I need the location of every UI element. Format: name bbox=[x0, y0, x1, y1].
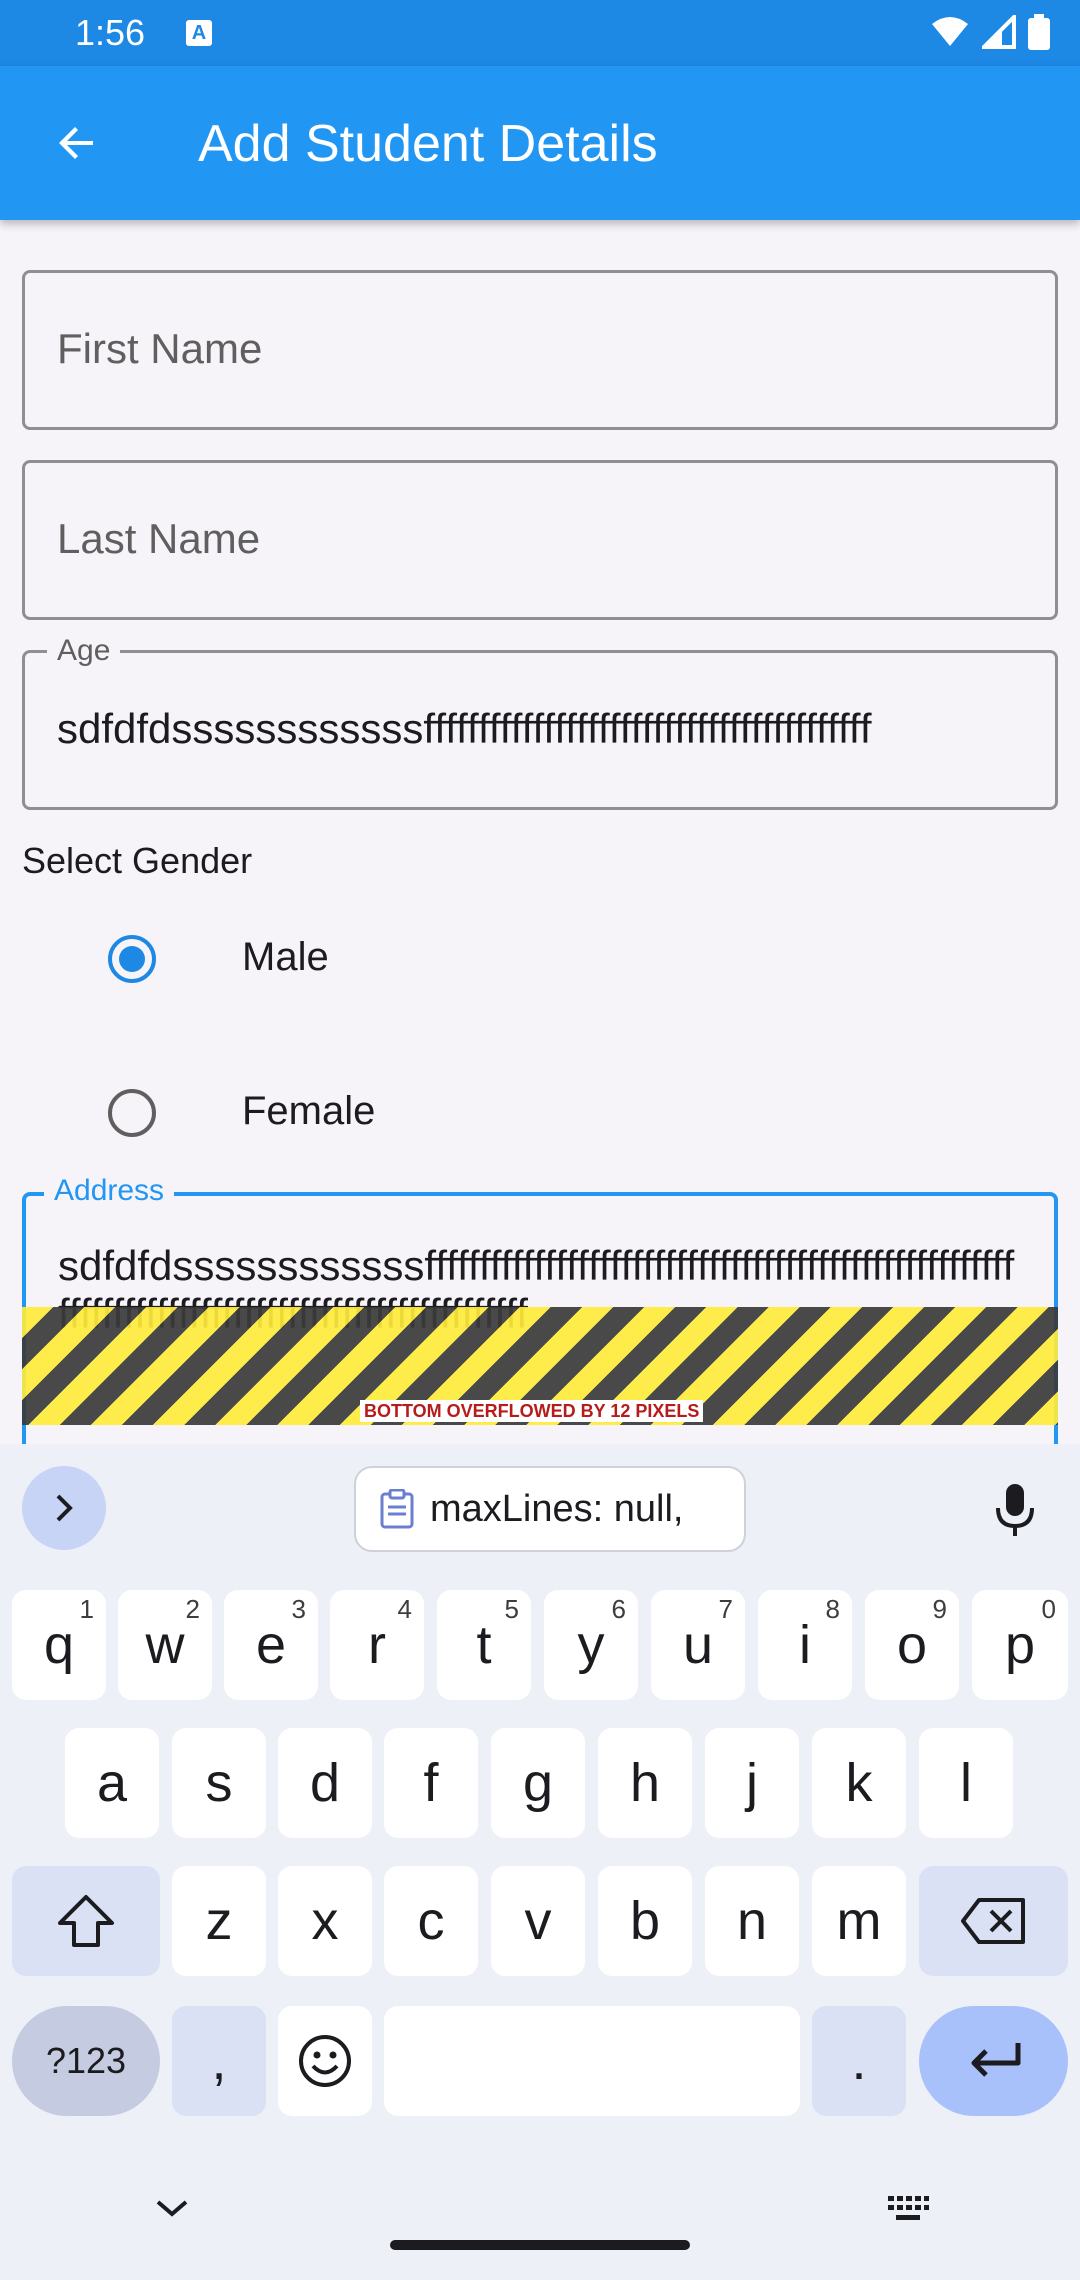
key-q-label: q bbox=[43, 1615, 75, 1675]
microphone-icon bbox=[996, 1484, 1034, 1536]
chevron-down-icon bbox=[156, 2200, 188, 2217]
key-u[interactable]: u7 bbox=[651, 1590, 745, 1700]
key-f[interactable]: f bbox=[384, 1728, 478, 1838]
key-r[interactable]: r4 bbox=[330, 1590, 424, 1700]
key-k[interactable]: k bbox=[812, 1728, 906, 1838]
age-value: sdfdfdssssssssssssffffffffffffffffffffff… bbox=[57, 705, 872, 752]
page-title: Add Student Details bbox=[198, 115, 658, 173]
backspace-key[interactable] bbox=[919, 1866, 1068, 1976]
key-p-hint: 0 bbox=[1041, 1594, 1056, 1624]
key-i[interactable]: i8 bbox=[758, 1590, 852, 1700]
key-c[interactable]: c bbox=[384, 1866, 478, 1976]
comma-key[interactable]: , bbox=[172, 2006, 266, 2116]
chevron-right-icon bbox=[56, 1494, 73, 1522]
key-u-hint: 7 bbox=[718, 1594, 733, 1624]
radio-male[interactable] bbox=[108, 935, 156, 983]
key-b[interactable]: b bbox=[598, 1866, 692, 1976]
radio-female[interactable] bbox=[108, 1089, 156, 1137]
key-t-hint: 5 bbox=[504, 1594, 519, 1624]
age-field[interactable]: Age sdfdfdssssssssssssffffffffffffffffff… bbox=[22, 635, 1058, 810]
space-key[interactable] bbox=[384, 2006, 800, 2116]
key-y-label: y bbox=[577, 1615, 605, 1675]
first-name-field[interactable]: First Name bbox=[22, 270, 1058, 430]
key-v[interactable]: v bbox=[491, 1866, 585, 1976]
key-p[interactable]: p0 bbox=[972, 1590, 1068, 1700]
radio-female-label[interactable]: Female bbox=[242, 1089, 375, 1134]
key-e-hint: 3 bbox=[291, 1594, 306, 1624]
key-i-label: i bbox=[799, 1615, 811, 1675]
notification-app-icon: A bbox=[186, 20, 212, 46]
back-button[interactable] bbox=[40, 106, 114, 180]
key-t[interactable]: t5 bbox=[437, 1590, 531, 1700]
radio-male-label[interactable]: Male bbox=[242, 935, 329, 980]
shift-key[interactable] bbox=[12, 1866, 160, 1976]
first-name-placeholder: First Name bbox=[57, 325, 263, 372]
shift-icon bbox=[58, 1895, 114, 1947]
wifi-icon bbox=[932, 17, 968, 46]
overflow-warning-text: BOTTOM OVERFLOWED BY 12 PIXELS bbox=[360, 1400, 704, 1422]
keyboard-expand-button[interactable] bbox=[22, 1466, 106, 1550]
status-bar: 1:56 A bbox=[0, 0, 1080, 66]
key-z[interactable]: z bbox=[172, 1866, 266, 1976]
key-i-hint: 8 bbox=[825, 1594, 840, 1624]
gender-label: Select Gender bbox=[22, 840, 253, 881]
hide-keyboard-button[interactable] bbox=[152, 2196, 192, 2225]
key-y-hint: 6 bbox=[611, 1594, 626, 1624]
key-q-hint: 1 bbox=[79, 1594, 94, 1624]
key-s[interactable]: s bbox=[172, 1728, 266, 1838]
key-r-label: r bbox=[368, 1615, 386, 1675]
backspace-icon bbox=[960, 1898, 1025, 1944]
enter-key[interactable] bbox=[919, 2006, 1068, 2116]
address-label: Address bbox=[44, 1175, 175, 1207]
status-icons bbox=[930, 14, 1050, 50]
keyboard-icon bbox=[888, 2196, 929, 2220]
key-u-label: u bbox=[682, 1615, 714, 1675]
period-key[interactable]: . bbox=[812, 2006, 906, 2116]
microphone-button[interactable] bbox=[990, 1482, 1040, 1543]
key-x[interactable]: x bbox=[278, 1866, 372, 1976]
battery-icon bbox=[1028, 14, 1050, 50]
key-t-label: t bbox=[476, 1615, 492, 1675]
emoji-icon bbox=[299, 2035, 351, 2087]
emoji-key[interactable] bbox=[278, 2006, 372, 2116]
key-j[interactable]: j bbox=[705, 1728, 799, 1838]
key-w-hint: 2 bbox=[185, 1594, 200, 1624]
last-name-field[interactable]: Last Name bbox=[22, 460, 1058, 620]
key-e-label: e bbox=[255, 1615, 287, 1675]
keyboard-switch-button[interactable] bbox=[886, 2194, 930, 2229]
key-r-hint: 4 bbox=[397, 1594, 412, 1624]
key-h[interactable]: h bbox=[598, 1728, 692, 1838]
key-n[interactable]: n bbox=[705, 1866, 799, 1976]
app-bar: Add Student Details bbox=[0, 66, 1080, 220]
key-m[interactable]: m bbox=[812, 1866, 906, 1976]
soft-keyboard: maxLines: null, q1 w2 e3 r4 t5 y6 u7 i8 … bbox=[0, 1444, 1080, 2280]
key-e[interactable]: e3 bbox=[224, 1590, 318, 1700]
key-w[interactable]: w2 bbox=[118, 1590, 212, 1700]
symbols-key[interactable]: ?123 bbox=[12, 2006, 160, 2116]
key-w-label: w bbox=[145, 1615, 185, 1675]
key-a[interactable]: a bbox=[65, 1728, 159, 1838]
key-o[interactable]: o9 bbox=[865, 1590, 959, 1700]
enter-icon bbox=[971, 2043, 1020, 2077]
key-d[interactable]: d bbox=[278, 1728, 372, 1838]
last-name-placeholder: Last Name bbox=[57, 515, 261, 562]
clipboard-suggestion-text: maxLines: null, bbox=[430, 1487, 684, 1530]
clipboard-icon bbox=[380, 1489, 414, 1529]
status-time: 1:56 bbox=[75, 12, 146, 53]
age-label: Age bbox=[47, 635, 121, 667]
home-indicator[interactable] bbox=[390, 2240, 690, 2250]
key-y[interactable]: y6 bbox=[544, 1590, 638, 1700]
key-q[interactable]: q1 bbox=[12, 1590, 106, 1700]
key-p-label: p bbox=[1004, 1615, 1036, 1675]
key-o-hint: 9 bbox=[932, 1594, 947, 1624]
signal-icon bbox=[982, 15, 1016, 49]
key-g[interactable]: g bbox=[491, 1728, 585, 1838]
key-l[interactable]: l bbox=[919, 1728, 1013, 1838]
key-o-label: o bbox=[896, 1615, 928, 1675]
clipboard-suggestion-chip[interactable]: maxLines: null, bbox=[354, 1466, 746, 1552]
arrow-back-icon bbox=[59, 127, 93, 159]
